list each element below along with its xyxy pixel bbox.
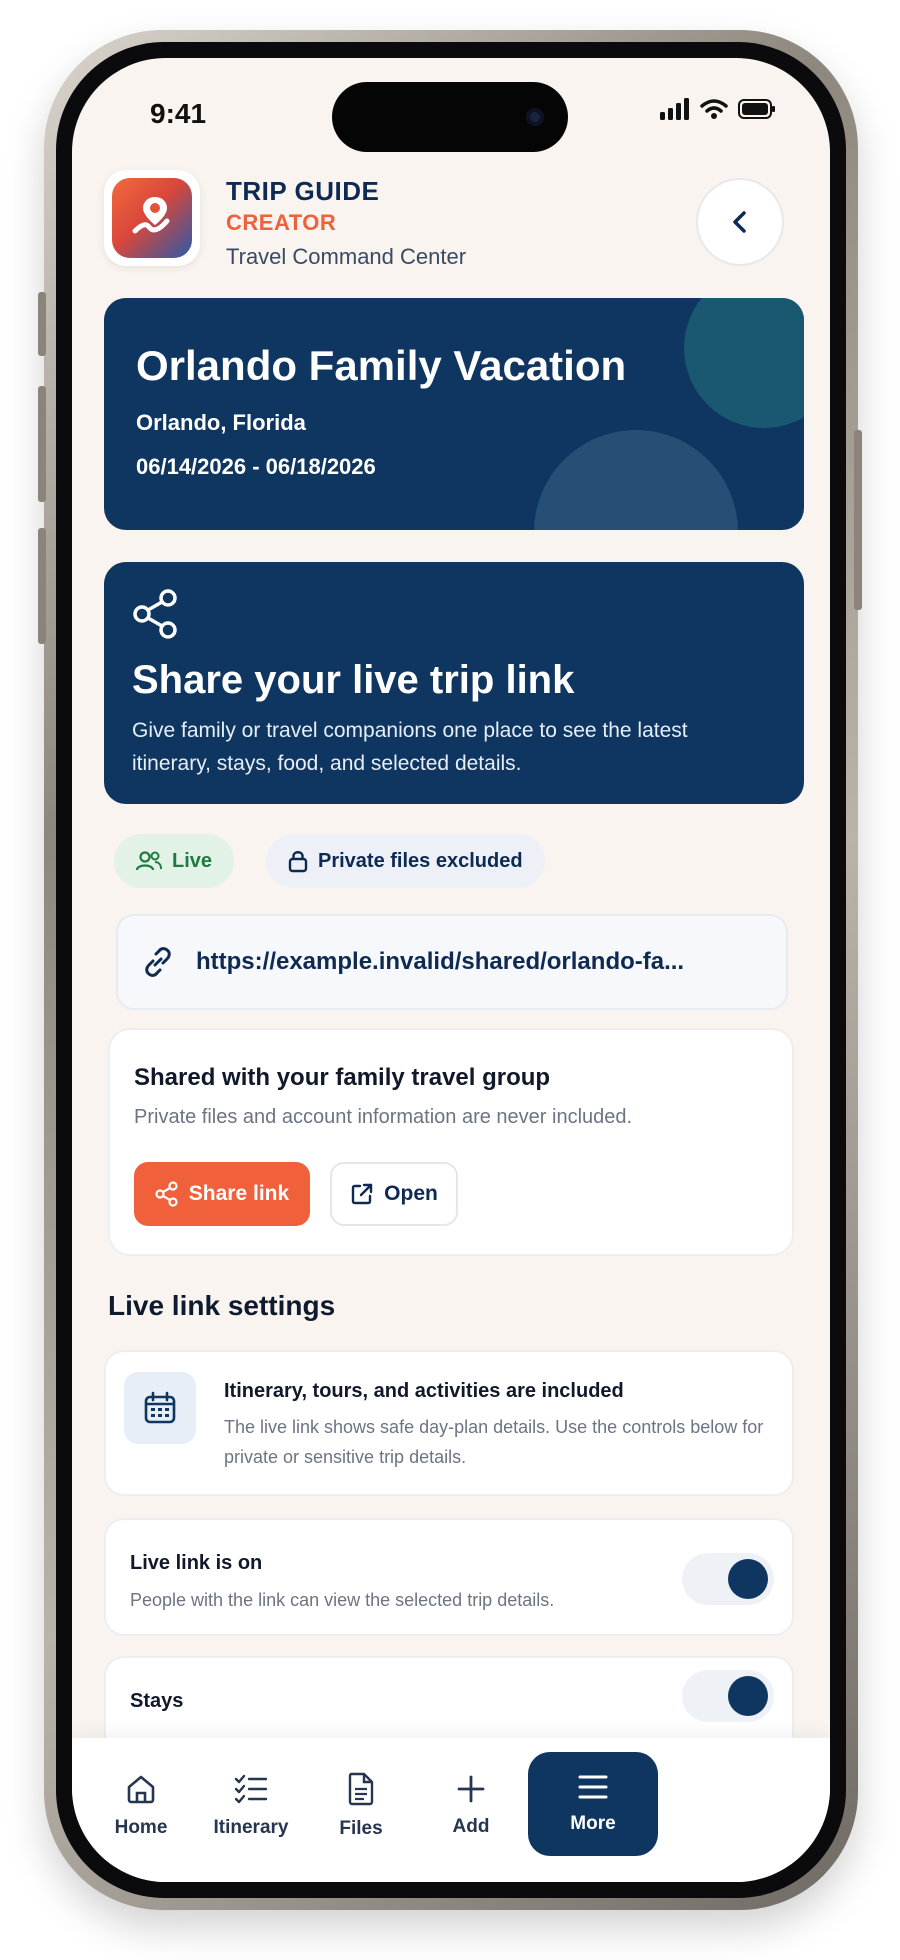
nav-more-label: More (570, 1813, 616, 1834)
file-icon (348, 1772, 374, 1806)
trip-hero-card: Orlando Family Vacation Orlando, Florida… (104, 298, 804, 530)
plus-icon (457, 1775, 485, 1803)
wifi-icon (700, 99, 728, 119)
share-url-field[interactable]: https://example.invalid/shared/orlando-f… (116, 914, 788, 1010)
open-button[interactable]: Open (330, 1162, 458, 1226)
status-icons (660, 98, 776, 120)
nav-itinerary-label: Itinerary (213, 1817, 289, 1838)
share-link-label: Share link (188, 1182, 290, 1205)
chevron-left-icon (733, 211, 746, 233)
menu-icon (578, 1775, 608, 1799)
home-icon (127, 1775, 155, 1804)
private-files-badge: Private files excluded (266, 834, 545, 888)
users-icon (136, 851, 162, 871)
nav-files[interactable]: Files (306, 1756, 416, 1856)
live-toggle-subtitle: People with the link can view the select… (130, 1590, 555, 1610)
share-url-text: https://example.invalid/shared/orlando-f… (196, 948, 685, 975)
group-subtitle: Private files and account information ar… (134, 1106, 633, 1128)
back-button[interactable] (696, 178, 784, 266)
lock-icon (288, 851, 308, 873)
bottom-nav: Home Itinerary Files Add More (72, 1738, 830, 1882)
nav-home-label: Home (114, 1817, 168, 1838)
toggle-knob (728, 1676, 768, 1716)
side-button (38, 292, 46, 356)
nav-add-label: Add (452, 1816, 490, 1837)
nav-files-label: Files (339, 1818, 383, 1839)
live-toggle-title: Live link is on (130, 1552, 263, 1574)
decorative-circle (684, 298, 804, 428)
link-icon (145, 947, 171, 977)
brand-title: TRIP GUIDE (226, 176, 380, 206)
status-time: 9:41 (150, 98, 207, 129)
side-button (38, 386, 46, 502)
checklist-icon (234, 1774, 268, 1804)
live-link-toggle-card: Live link is on People with the link can… (104, 1518, 794, 1636)
brand-tagline: Travel Command Center (226, 244, 467, 269)
decorative-circle (534, 430, 738, 530)
stays-toggle-title: Stays (130, 1690, 184, 1712)
share-link-button[interactable]: Share link (134, 1162, 310, 1226)
side-button (854, 430, 862, 610)
app-logo (104, 170, 200, 266)
private-badge-label: Private files excluded (318, 849, 523, 872)
side-button (38, 528, 46, 644)
map-pin-icon (112, 178, 192, 258)
nav-add[interactable]: Add (416, 1756, 526, 1856)
nav-home[interactable]: Home (86, 1756, 196, 1856)
trip-title: Orlando Family Vacation (136, 342, 627, 389)
dynamic-island (332, 82, 568, 152)
stays-toggle[interactable] (682, 1670, 774, 1722)
shared-group-card: Shared with your family travel group Pri… (108, 1028, 794, 1256)
share-live-link-card: Share your live trip link Give family or… (104, 562, 804, 804)
nav-itinerary[interactable]: Itinerary (196, 1756, 306, 1856)
signal-icon (660, 98, 689, 120)
live-link-toggle[interactable] (682, 1553, 774, 1605)
share-description: Give family or travel companions one pla… (132, 719, 688, 775)
live-badge-label: Live (172, 849, 213, 872)
itinerary-info-card: Itinerary, tours, and activities are inc… (104, 1350, 794, 1496)
group-title: Shared with your family travel group (134, 1064, 551, 1091)
settings-section-title: Live link settings (108, 1290, 336, 1321)
share-title: Share your live trip link (132, 658, 575, 702)
battery-icon (738, 99, 775, 119)
calendar-icon (124, 1372, 196, 1444)
info-title: Itinerary, tours, and activities are inc… (224, 1380, 624, 1402)
screen: 9:41 TRIP GUIDE CREATOR Travel Command C… (72, 58, 830, 1882)
trip-dates: 06/14/2026 - 06/18/2026 (136, 454, 376, 479)
external-link-icon (351, 1183, 373, 1205)
toggle-knob (728, 1559, 768, 1599)
open-label: Open (384, 1182, 438, 1205)
nav-more[interactable]: More (528, 1752, 658, 1856)
camera-icon (526, 108, 544, 126)
brand-subtitle: CREATOR (226, 210, 337, 235)
live-badge: Live (114, 834, 235, 888)
info-description: The live link shows safe day-plan detail… (224, 1417, 764, 1467)
share-icon (155, 1181, 178, 1207)
trip-location: Orlando, Florida (136, 410, 306, 435)
share-icon (133, 589, 177, 639)
